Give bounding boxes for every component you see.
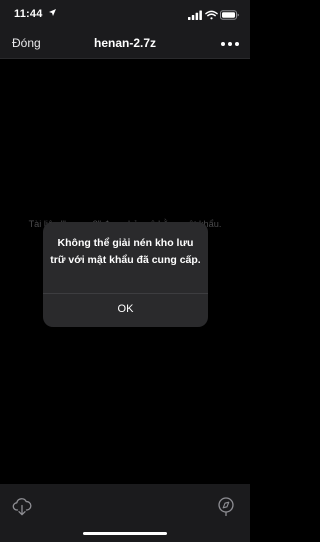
wifi-icon: [205, 10, 218, 20]
status-bar: 11:44: [0, 0, 250, 30]
status-time-text: 11:44: [14, 8, 43, 20]
error-alert-dialog: Không thể giải nén kho lưu trữ với mật k…: [43, 222, 208, 327]
navigation-bar: Đóng henan-2.7z: [0, 30, 250, 58]
compass-icon[interactable]: [216, 496, 236, 516]
alert-message: Không thể giải nén kho lưu trữ với mật k…: [50, 237, 201, 266]
page-title: henan-2.7z: [93, 36, 156, 50]
status-time: 11:44: [14, 8, 56, 20]
home-indicator[interactable]: [83, 532, 167, 535]
battery-icon: [220, 10, 239, 20]
cellular-signal-icon: [188, 10, 202, 20]
cloud-download-icon[interactable]: [12, 496, 32, 516]
status-icons: [188, 10, 239, 20]
ok-button[interactable]: OK: [43, 294, 208, 327]
location-arrow-icon: [48, 9, 56, 16]
more-ellipsis-icon[interactable]: [220, 39, 240, 49]
